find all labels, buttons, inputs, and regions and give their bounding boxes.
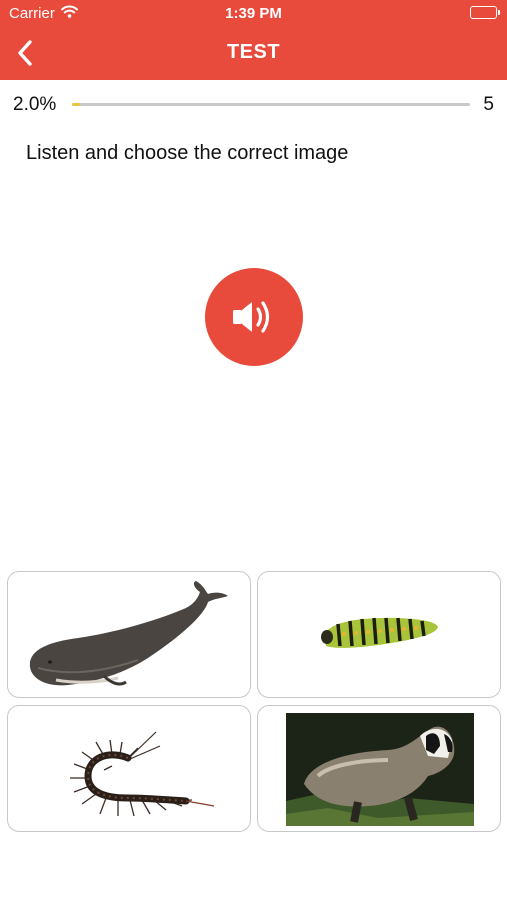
status-time: 1:39 PM [225, 5, 282, 22]
question-instruction: Listen and choose the correct image [26, 142, 349, 164]
progress-bar-fill [72, 103, 80, 106]
whale-image [29, 581, 228, 686]
speaker-icon [233, 301, 270, 333]
answer-option-whale[interactable] [7, 571, 251, 698]
caterpillar-image [321, 617, 438, 648]
page-title: TEST [226, 41, 281, 63]
progress-row: 2.0% 5 [0, 88, 507, 120]
progress-percent: 2.0% [13, 94, 57, 115]
badger-image [286, 713, 474, 826]
progress-bar [72, 103, 470, 106]
centipede-image [70, 731, 215, 817]
app-header: Carrier 1:39 PM TEST [0, 0, 507, 80]
play-audio-button[interactable] [205, 268, 303, 366]
answer-option-centipede[interactable] [7, 705, 251, 832]
progress-total: 5 [483, 94, 494, 115]
answer-option-caterpillar[interactable] [257, 571, 501, 698]
answer-option-badger[interactable] [257, 705, 501, 832]
battery-icon [470, 6, 500, 19]
status-bar: Carrier 1:39 PM [0, 0, 507, 28]
